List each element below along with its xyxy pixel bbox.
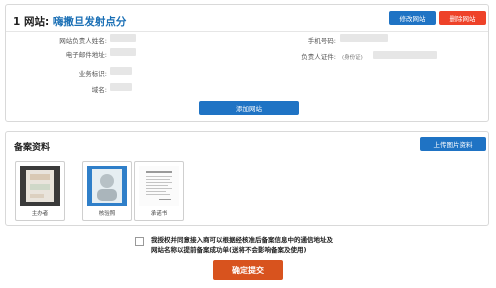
verification-photo-image [87, 166, 127, 206]
website-panel: 1 网站: 嗨撒旦发射点分 修改网站 删除网站 网站负责人姓名: 手机号码: 电… [5, 4, 489, 122]
website-index-label: 1 网站: [13, 16, 50, 28]
submit-button[interactable]: 确定提交 [213, 260, 283, 280]
phone-value [340, 34, 388, 42]
phone-label: 手机号码: [307, 37, 336, 45]
record-materials-panel: 备案资料 上传图片资料 主办者 核验照 承诺书 [5, 131, 489, 226]
agreement-line-1: 我授权并同意接入商可以根据经核准后备案信息中的通信地址及 [151, 236, 333, 244]
delete-website-button[interactable]: 删除网站 [439, 11, 486, 25]
thumbnail-caption: 核验照 [98, 211, 116, 217]
agreement-checkbox[interactable] [135, 237, 144, 246]
thumbnail-commitment-letter[interactable]: 承诺书 [134, 161, 184, 221]
owner-name-value [110, 34, 136, 42]
agreement-text: 我授权并同意接入商可以根据经核准后备案信息中的通信地址及 网站名称以提前备案成功… [151, 235, 381, 255]
domain-value [110, 83, 132, 91]
website-title: 1 网站: 嗨撒旦发射点分 [13, 14, 126, 29]
upload-images-button[interactable]: 上传图片资料 [420, 137, 486, 151]
add-website-button[interactable]: 添加网站 [199, 101, 299, 115]
website-name: 嗨撒旦发射点分 [52, 16, 127, 28]
sponsor-image [20, 166, 60, 206]
record-materials-title: 备案资料 [14, 143, 51, 153]
thumbnail-caption: 主办者 [31, 211, 49, 217]
domain-label: 域名: [91, 86, 107, 94]
email-value [110, 48, 136, 56]
modify-website-button[interactable]: 修改网站 [389, 11, 436, 25]
owner-id-value [373, 51, 437, 59]
panel-divider [6, 31, 488, 32]
thumbnail-sponsor[interactable]: 主办者 [15, 161, 65, 221]
business-id-label: 业务标识: [78, 70, 107, 78]
thumbnail-verification-photo[interactable]: 核验照 [82, 161, 132, 221]
commitment-letter-image [139, 166, 179, 206]
owner-id-label: 负责人证件: [301, 53, 336, 61]
agreement-line-2: 网站名称以提前备案成功单(送将不会影响备案及使用) [151, 246, 307, 254]
email-label: 电子邮件地址: [65, 51, 107, 59]
id-type-hint: (身份证) [342, 55, 363, 61]
business-id-value [110, 67, 132, 75]
thumbnail-caption: 承诺书 [150, 211, 168, 217]
owner-name-label: 网站负责人姓名: [59, 37, 107, 45]
